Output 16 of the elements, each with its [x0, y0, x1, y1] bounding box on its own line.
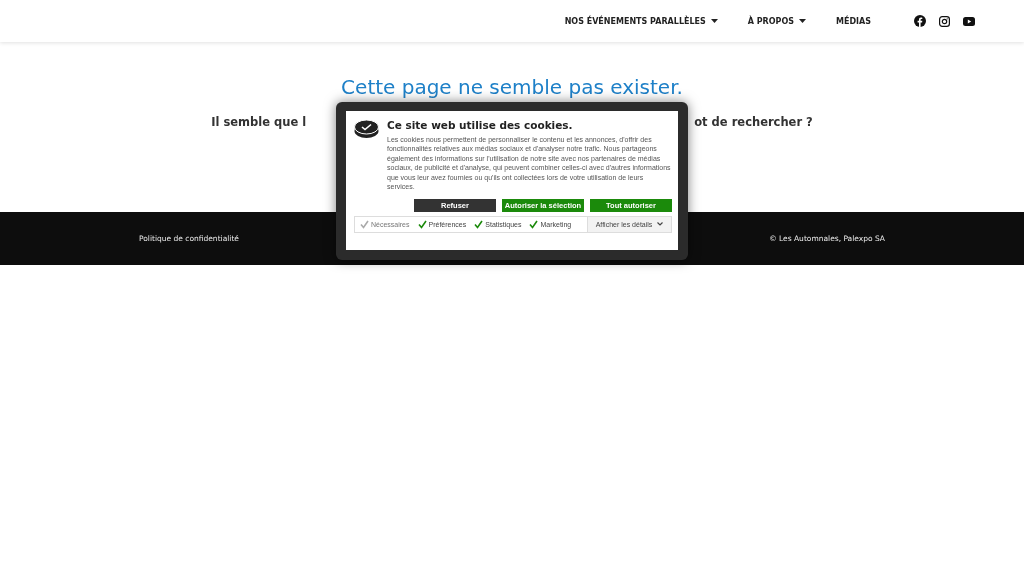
nav-link[interactable]: À PROPOS	[747, 16, 806, 26]
instagram-icon[interactable]	[939, 15, 950, 27]
check-icon	[360, 219, 369, 229]
facebook-icon[interactable]	[914, 15, 926, 27]
message-text: Il semble que l	[211, 115, 307, 129]
chevron-icon	[657, 222, 664, 227]
nav-link[interactable]: NOS ÉVÉNEMENTS PARALLÈLES	[564, 16, 718, 26]
dialog-title: Ce site web utilise des cookies.	[387, 119, 574, 131]
page-title: Cette page ne semble pas exister.	[341, 75, 683, 99]
cookie-icon	[354, 119, 379, 139]
nav-link[interactable]: MÉDIAS	[836, 16, 871, 26]
check-icon	[417, 219, 427, 229]
youtube-icon[interactable]	[963, 16, 975, 26]
message-text: ot de rechercher ?	[694, 115, 813, 129]
check-icon	[474, 219, 484, 229]
check-icon	[529, 219, 539, 229]
